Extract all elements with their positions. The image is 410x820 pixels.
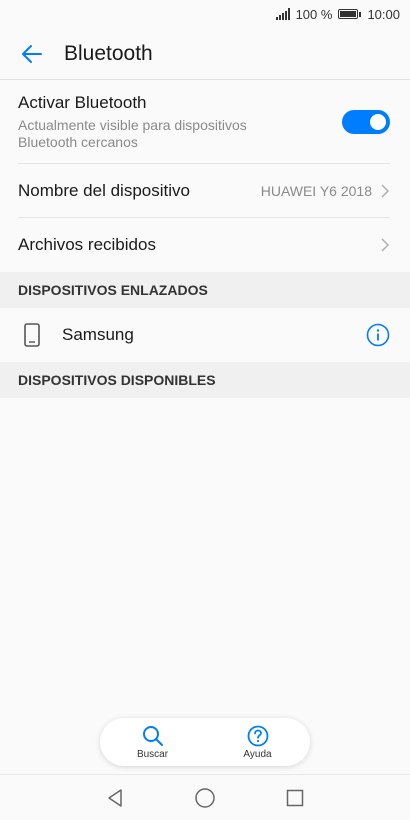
nav-back-button[interactable] xyxy=(102,785,128,811)
signal-icon xyxy=(275,8,290,20)
page-title: Bluetooth xyxy=(64,41,153,65)
help-label: Ayuda xyxy=(243,748,272,760)
screen: 100 % 10:00 Bluetooth Activar Bluetooth … xyxy=(0,0,410,820)
bluetooth-subtitle: Actualmente visible para dispositivos Bl… xyxy=(18,116,247,150)
help-icon xyxy=(247,725,268,746)
available-devices-header: DISPOSITIVOS DISPONIBLES xyxy=(0,362,410,398)
device-name-value: HUAWEI Y6 2018 xyxy=(260,182,372,199)
bottom-action-bar: Buscar Ayuda xyxy=(100,718,310,766)
bluetooth-switch[interactable] xyxy=(342,109,390,134)
phone-icon xyxy=(24,323,40,347)
switch-knob xyxy=(370,113,386,130)
chevron-right-icon xyxy=(381,238,390,252)
device-name-label: Nombre del dispositivo xyxy=(18,180,190,200)
square-recents-icon xyxy=(286,789,304,806)
circle-home-icon xyxy=(195,787,215,808)
search-button[interactable]: Buscar xyxy=(118,725,188,760)
arrow-left-icon xyxy=(22,44,42,63)
bluetooth-title: Activar Bluetooth xyxy=(18,92,147,112)
device-name-row[interactable]: Nombre del dispositivo HUAWEI Y6 2018 xyxy=(0,164,410,218)
nav-home-button[interactable] xyxy=(192,785,218,811)
battery-percentage: 100 % xyxy=(295,6,333,22)
triangle-back-icon xyxy=(108,788,122,807)
clock: 10:00 xyxy=(367,6,400,22)
search-label: Buscar xyxy=(136,748,169,760)
app-header: Bluetooth xyxy=(0,28,410,80)
battery-icon xyxy=(338,9,362,19)
linked-device-item[interactable]: Samsung xyxy=(0,308,410,362)
system-nav-bar xyxy=(0,774,410,820)
received-files-label: Archivos recibidos xyxy=(18,235,156,254)
help-button[interactable]: Ayuda xyxy=(223,725,293,760)
info-icon[interactable] xyxy=(366,323,390,347)
status-bar: 100 % 10:00 xyxy=(0,0,410,28)
search-icon xyxy=(142,725,163,746)
linked-devices-header: DISPOSITIVOS ENLAZADOS xyxy=(0,272,410,308)
device-name: Samsung xyxy=(62,325,134,344)
chevron-right-icon xyxy=(381,183,390,198)
nav-recents-button[interactable] xyxy=(282,785,308,811)
back-button[interactable] xyxy=(0,28,64,80)
bluetooth-text: Activar Bluetooth Actualmente visible pa… xyxy=(18,93,278,151)
bluetooth-toggle-row[interactable]: Activar Bluetooth Actualmente visible pa… xyxy=(0,80,410,164)
received-files-row[interactable]: Archivos recibidos xyxy=(0,218,410,272)
